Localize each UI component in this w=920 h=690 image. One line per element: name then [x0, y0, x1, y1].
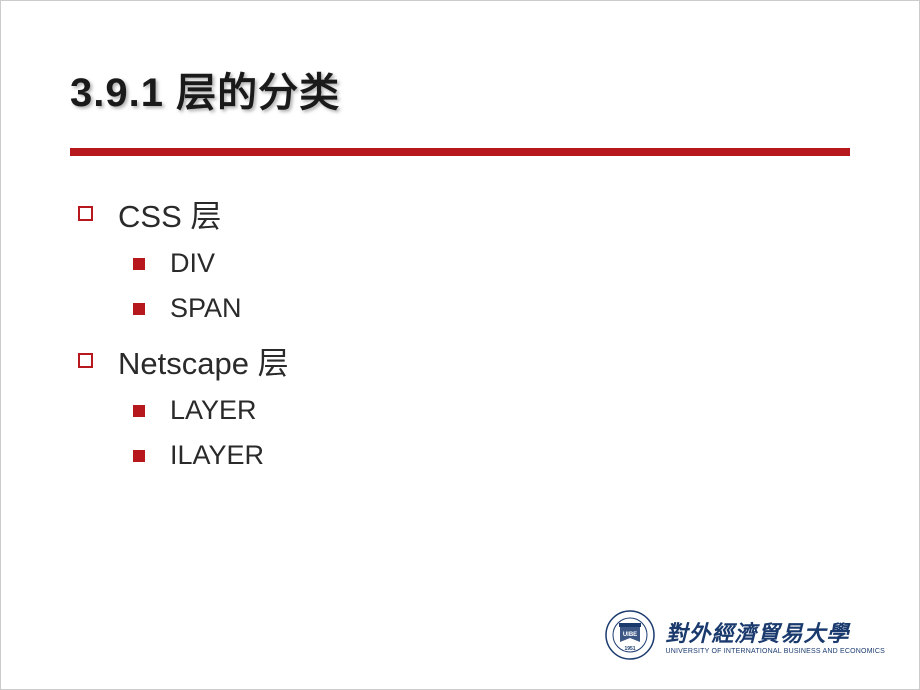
list-subitem: ILAYER: [133, 440, 850, 471]
slide-title: 3.9.1 层的分类: [70, 60, 850, 118]
university-name-cn: 對外經濟貿易大學: [665, 616, 885, 648]
list-subitem: SPAN: [133, 293, 850, 324]
list-subitem-label: ILAYER: [170, 440, 264, 471]
list-subitem-label: DIV: [170, 248, 215, 279]
list-subitem: LAYER: [133, 395, 850, 426]
bullet-filled-icon: [133, 258, 145, 270]
list-item-label: CSS 层: [118, 191, 221, 236]
svg-text:UIBE: UIBE: [623, 632, 637, 638]
university-name-en: UNIVERSITY OF INTERNATIONAL BUSINESS AND…: [665, 648, 885, 655]
bullet-outline-icon: [78, 206, 93, 221]
bullet-filled-icon: [133, 303, 145, 315]
list-subitem-label: LAYER: [170, 395, 257, 426]
university-name-block: 對外經濟貿易大學 UNIVERSITY OF INTERNATIONAL BUS…: [665, 616, 885, 655]
list-item: Netscape 层: [78, 338, 850, 383]
list-subitem: DIV: [133, 248, 850, 279]
svg-text:1951: 1951: [625, 646, 636, 652]
bullet-outline-icon: [78, 353, 93, 368]
content-area: CSS 层 DIV SPAN Netscape 层 LAYER ILAYER: [70, 191, 850, 471]
bullet-filled-icon: [133, 405, 145, 417]
bullet-filled-icon: [133, 450, 145, 462]
list-subitem-label: SPAN: [170, 293, 242, 324]
footer-logo: 1951 UIBE 對外經濟貿易大學 UNIVERSITY OF INTERNA…: [605, 610, 885, 660]
university-seal-icon: 1951 UIBE: [605, 610, 655, 660]
list-item: CSS 层: [78, 191, 850, 236]
title-divider: [70, 148, 850, 156]
slide: 3.9.1 层的分类 CSS 层 DIV SPAN Netscape 层 LAY…: [0, 0, 920, 690]
list-item-label: Netscape 层: [118, 338, 289, 383]
